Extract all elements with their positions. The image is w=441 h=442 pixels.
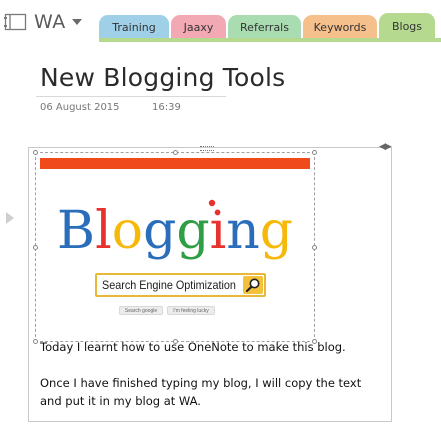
note-line-3[interactable]: and put it in my blog at WA.: [40, 392, 201, 410]
logo-letter: o: [112, 201, 143, 261]
tab-label: Keywords: [313, 20, 367, 34]
logo-letter: g: [176, 201, 209, 261]
resize-handle[interactable]: [312, 245, 317, 250]
search-google-label: Search google: [124, 307, 158, 314]
resize-handle[interactable]: [33, 150, 38, 155]
active-section-strip: [99, 38, 441, 42]
logo-letter: l: [95, 201, 112, 261]
notebook-name: WA: [34, 11, 66, 33]
page-time: 16:39: [152, 102, 181, 113]
logo-letter: i: [210, 201, 227, 261]
expand-arrow-icon[interactable]: [6, 212, 14, 224]
page-title[interactable]: New Blogging Tools: [40, 63, 285, 92]
feeling-lucky-label: I'm feeling lucky: [173, 307, 209, 314]
tab-label: Jaaxy: [183, 20, 214, 34]
tab-label: Referrals: [240, 20, 289, 34]
resize-handle[interactable]: [312, 150, 317, 155]
logo-i-dot: [208, 199, 216, 207]
notebook-icon: [4, 13, 27, 31]
logo-letter: n: [226, 201, 260, 261]
page-date: 06 August 2015: [40, 102, 120, 113]
tab-training[interactable]: Training: [99, 15, 169, 39]
search-google-button: Search google: [119, 306, 163, 315]
image-top-bar: [40, 158, 310, 169]
tab-keywords[interactable]: Keywords: [303, 15, 377, 39]
notebook-switcher[interactable]: WA: [4, 10, 82, 34]
logo-letter: g: [260, 201, 293, 261]
note-line-1[interactable]: Today I learnt how to use OneNote to mak…: [40, 338, 346, 356]
search-box-text: Search Engine Optimization: [102, 278, 236, 292]
section-tabs: Training Jaaxy Referrals Keywords Blogs: [99, 13, 437, 39]
title-divider: [36, 96, 226, 97]
tab-jaaxy[interactable]: Jaaxy: [171, 15, 226, 39]
notebook-header: WA Training Jaaxy Referrals Keywords Blo…: [0, 0, 441, 44]
container-move-handle[interactable]: [200, 146, 214, 151]
resize-handle[interactable]: [33, 339, 38, 344]
resize-handle[interactable]: [173, 150, 178, 155]
resize-handle[interactable]: [33, 245, 38, 250]
container-resize-icon[interactable]: ◀▶: [379, 142, 392, 152]
tab-referrals[interactable]: Referrals: [228, 15, 301, 39]
search-box: Search Engine Optimization: [95, 273, 266, 297]
tab-label: Training: [112, 20, 156, 34]
magnifier-icon: [243, 276, 263, 294]
chevron-down-icon[interactable]: [71, 19, 82, 25]
tab-label: Blogs: [391, 19, 423, 33]
feeling-lucky-button: I'm feeling lucky: [167, 306, 215, 315]
note-line-2[interactable]: Once I have finished typing my blog, I w…: [40, 374, 361, 392]
logo-text: Blogging: [57, 201, 293, 261]
blogging-logo: Blogging: [57, 199, 293, 261]
logo-letter: B: [57, 201, 95, 261]
tab-blogs[interactable]: Blogs: [379, 13, 435, 39]
logo-letter: g: [143, 201, 176, 261]
